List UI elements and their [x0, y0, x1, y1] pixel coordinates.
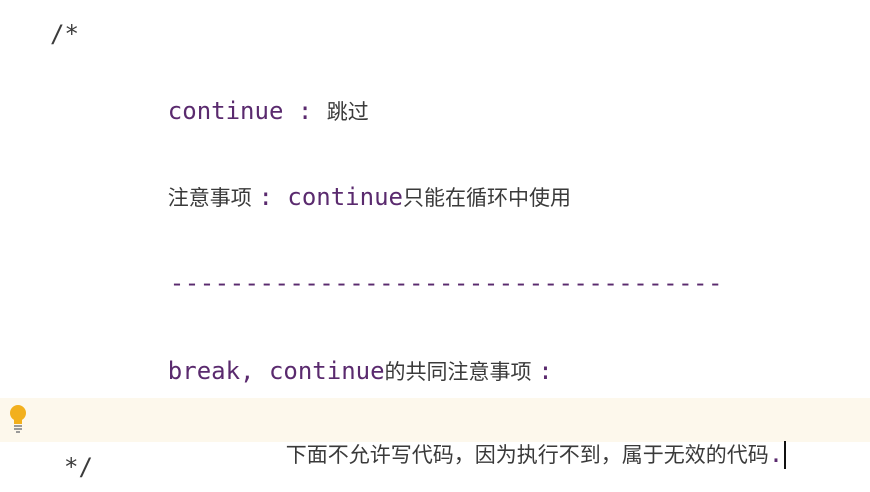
keyword-text: continue :: [167, 97, 327, 125]
comment-text: 跳过: [326, 100, 369, 124]
text-caret: [784, 441, 787, 469]
code-line-4[interactable]: break, continue的共同注意事项 :: [110, 320, 553, 385]
code-line-1[interactable]: continue : 跳过: [110, 60, 369, 125]
keyword-text: break, continue: [167, 357, 385, 385]
comment-text: 只能在循环中使用: [402, 186, 571, 210]
comment-text: 的共同注意事项: [384, 360, 539, 384]
code-line-2[interactable]: 注意事项 : continue只能在循环中使用: [110, 146, 571, 211]
comment-text: 下面不允许写代码，因为执行不到，属于无效的代码: [285, 443, 769, 467]
code-line-5[interactable]: 下面不允许写代码，因为执行不到，属于无效的代码.: [228, 403, 787, 469]
separator-line[interactable]: -------------------------------------: [110, 232, 723, 297]
lightbulb-icon[interactable]: [7, 404, 29, 434]
code-editor[interactable]: /* continue : 跳过 注意事项 : continue只能在循环中使用…: [0, 0, 870, 492]
comment-open: /*: [50, 20, 79, 48]
separator-text: -------------------------------------: [169, 269, 723, 297]
period-text: .: [768, 440, 784, 468]
keyword-text: : continue: [258, 183, 403, 211]
comment-text: 注意事项: [167, 186, 259, 210]
colon-text: :: [538, 357, 553, 385]
comment-close: */: [64, 453, 93, 481]
